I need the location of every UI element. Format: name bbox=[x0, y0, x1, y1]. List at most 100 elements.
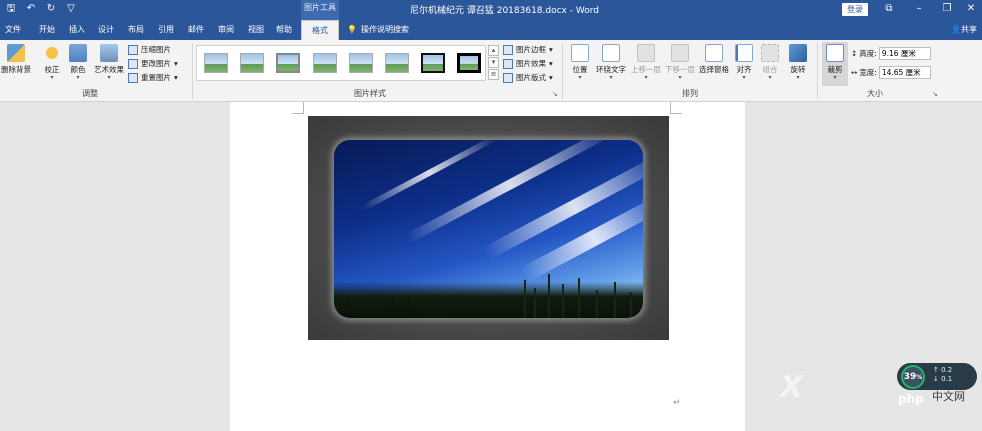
align-button[interactable]: 对齐 ▾ bbox=[733, 44, 755, 81]
style-thumbnail[interactable] bbox=[276, 53, 300, 73]
grass-blade bbox=[614, 282, 616, 318]
tab-home[interactable]: 开始 bbox=[36, 20, 58, 40]
artistic-effects-button[interactable]: 艺术效果 ▾ bbox=[92, 44, 126, 81]
width-icon: ↔ bbox=[851, 68, 858, 77]
chevron-down-icon[interactable]: ▾ bbox=[488, 57, 499, 68]
group-label-picture-styles: 图片样式 bbox=[354, 89, 386, 98]
width-input[interactable] bbox=[878, 66, 931, 79]
arrow-down-icon: ↓ bbox=[933, 375, 939, 383]
tell-me-label: 操作说明搜索 bbox=[360, 25, 409, 34]
picture-layout-button[interactable]: 图片版式 ▾ bbox=[503, 72, 553, 83]
minimize-icon[interactable]: – bbox=[912, 2, 926, 16]
grass-blade bbox=[562, 284, 564, 318]
close-icon[interactable]: ✕ bbox=[964, 2, 978, 16]
chevron-down-icon: ▾ bbox=[833, 74, 837, 81]
style-thumbnail[interactable] bbox=[313, 53, 337, 73]
tab-insert[interactable]: 插入 bbox=[66, 20, 88, 40]
style-thumbnail[interactable] bbox=[240, 53, 264, 73]
tab-format[interactable]: 格式 bbox=[301, 20, 339, 40]
width-row: ↔ 宽度: bbox=[851, 66, 931, 79]
wrap-text-icon bbox=[602, 44, 620, 62]
tab-mailings[interactable]: 邮件 bbox=[185, 20, 207, 40]
wrap-text-button[interactable]: 环绕文字 ▾ bbox=[594, 44, 628, 81]
undo-icon[interactable]: ↶ bbox=[24, 2, 38, 16]
color-icon bbox=[69, 44, 87, 62]
more-icon[interactable]: ≡ bbox=[488, 69, 499, 80]
tab-review[interactable]: 审阅 bbox=[215, 20, 237, 40]
margin-corner bbox=[670, 102, 682, 114]
tab-references[interactable]: 引用 bbox=[155, 20, 177, 40]
bring-forward-icon bbox=[637, 44, 655, 62]
group-label-arrange: 排列 bbox=[682, 89, 698, 98]
chevron-down-icon: ▾ bbox=[578, 74, 582, 81]
style-thumbnail[interactable] bbox=[385, 53, 409, 73]
chevron-down-icon: ▾ bbox=[174, 73, 178, 82]
tab-file[interactable]: 文件 bbox=[4, 20, 22, 40]
restore-icon[interactable]: ❐ bbox=[940, 2, 954, 16]
save-icon[interactable]: 🖫 bbox=[4, 2, 18, 16]
tree-silhouette bbox=[342, 298, 352, 310]
group-button[interactable]: 组合 ▾ bbox=[759, 44, 781, 81]
tell-me-search[interactable]: 💡 操作说明搜索 bbox=[347, 20, 427, 40]
document-title: 尼尔机械纪元 谭召猛 20183618.docx - Word bbox=[410, 6, 599, 16]
chevron-down-icon: ▾ bbox=[609, 74, 613, 81]
style-thumbnail[interactable] bbox=[204, 53, 228, 73]
grass-blade bbox=[534, 288, 536, 318]
ribbon-display-icon[interactable]: ⧉ bbox=[882, 2, 896, 16]
style-thumbnail[interactable] bbox=[349, 53, 373, 73]
bring-forward-button[interactable]: 上移一层 ▾ bbox=[630, 44, 662, 81]
picture-layout-icon bbox=[503, 72, 513, 83]
crop-button[interactable]: 裁剪 ▾ bbox=[822, 42, 848, 86]
chevron-down-icon: ▾ bbox=[549, 59, 553, 68]
rotate-button[interactable]: 旋转 ▾ bbox=[787, 44, 809, 81]
share-button[interactable]: 👤共享 bbox=[948, 20, 980, 40]
align-icon bbox=[735, 44, 753, 62]
reset-picture-button[interactable]: 重置图片 ▾ bbox=[128, 72, 178, 83]
document-page[interactable]: ↵ bbox=[230, 102, 745, 431]
tab-design[interactable]: 设计 bbox=[95, 20, 117, 40]
selection-pane-button[interactable]: 选择窗格 bbox=[698, 44, 730, 75]
customize-icon[interactable]: ▽ bbox=[64, 2, 78, 16]
position-button[interactable]: 位置 ▾ bbox=[568, 44, 592, 81]
sun-icon bbox=[43, 44, 61, 62]
speed-widget[interactable]: 39% ↑ 0.2 ↓ 0.1 bbox=[897, 363, 977, 390]
dialog-launcher-icon[interactable]: ↘ bbox=[552, 90, 558, 98]
tab-help[interactable]: 帮助 bbox=[273, 20, 295, 40]
picture-border-button[interactable]: 图片边框 ▾ bbox=[503, 44, 553, 55]
grass-blade bbox=[630, 292, 632, 318]
send-backward-button[interactable]: 下移一层 ▾ bbox=[664, 44, 696, 81]
paragraph-mark: ↵ bbox=[673, 398, 681, 408]
chevron-down-icon: ▾ bbox=[796, 74, 800, 81]
login-button[interactable]: 登录 bbox=[842, 3, 868, 16]
redo-icon[interactable]: ↻ bbox=[44, 2, 58, 16]
person-icon: 👤 bbox=[951, 25, 961, 34]
chevron-down-icon: ▾ bbox=[549, 73, 553, 82]
style-thumbnail[interactable] bbox=[457, 53, 481, 73]
title-bar: 🖫 ↶ ↻ ▽ 图片工具 尼尔机械纪元 谭召猛 20183618.docx - … bbox=[0, 0, 982, 20]
cloud-streak bbox=[405, 140, 613, 244]
corrections-button[interactable]: 校正 ▾ bbox=[40, 44, 64, 81]
grass-blade bbox=[578, 278, 580, 318]
selected-picture[interactable] bbox=[308, 116, 669, 340]
crop-icon bbox=[826, 44, 844, 62]
tab-view[interactable]: 视图 bbox=[245, 20, 267, 40]
height-row: ↕ 高度: bbox=[851, 47, 931, 60]
chevron-down-icon: ▾ bbox=[50, 74, 54, 81]
height-input[interactable] bbox=[878, 47, 931, 60]
picture-effects-button[interactable]: 图片效果 ▾ bbox=[503, 58, 553, 69]
group-label-adjust: 调整 bbox=[82, 89, 98, 98]
style-thumbnail[interactable] bbox=[421, 53, 445, 73]
group-icon bbox=[761, 44, 779, 62]
compress-pictures-button[interactable]: 压缩图片 bbox=[128, 44, 171, 55]
color-button[interactable]: 颜色 ▾ bbox=[66, 44, 90, 81]
dialog-launcher-icon[interactable]: ↘ bbox=[932, 90, 938, 98]
gallery-scroll: ▴ ▾ ≡ bbox=[488, 45, 499, 81]
picture-styles-gallery bbox=[196, 45, 486, 81]
remove-background-button[interactable]: 删除背景 bbox=[0, 44, 32, 75]
grass-blade bbox=[596, 290, 598, 318]
picture-effects-icon bbox=[503, 58, 513, 69]
change-picture-button[interactable]: 更改图片 ▾ bbox=[128, 58, 178, 69]
compress-icon bbox=[128, 44, 138, 55]
tab-layout[interactable]: 布局 bbox=[125, 20, 147, 40]
chevron-up-icon[interactable]: ▴ bbox=[488, 45, 499, 56]
